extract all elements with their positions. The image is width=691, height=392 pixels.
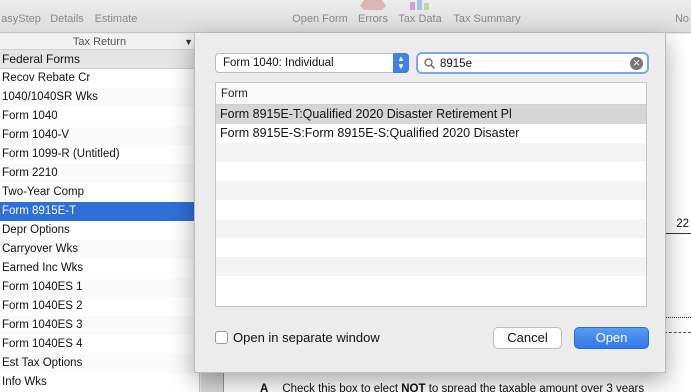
sidebar-item[interactable]: Recov Rebate Cr: [0, 69, 199, 88]
search-icon: [424, 56, 435, 72]
sidebar: Tax Return ▼ Federal Forms Recov Rebate …: [0, 34, 200, 392]
column-header-form[interactable]: Form: [216, 83, 646, 105]
footer-text-pre: Check this box to elect: [282, 383, 402, 392]
sidebar-item[interactable]: Form 1099-R (Untitled): [0, 145, 199, 164]
election-text: A Check this box to elect NOT to spread t…: [260, 383, 644, 392]
notes-icon: [672, 0, 691, 10]
footer-text-post: to spread the taxable amount over 3 year…: [425, 383, 645, 392]
forms-results-table: Form Form 8915E-T:Qualified 2020 Disaste…: [215, 82, 647, 307]
details-icon: [47, 0, 87, 10]
toolbar: asyStep Details Estimate Open Form Error…: [0, 0, 691, 33]
tax-data-button[interactable]: Tax Data: [396, 0, 444, 33]
tax-data-icon: [396, 0, 444, 10]
sidebar-item[interactable]: Form 1040ES 2: [0, 297, 199, 316]
federal-forms-group[interactable]: Federal Forms: [0, 50, 199, 69]
empty-row: [216, 200, 646, 219]
dotted-line: [664, 317, 691, 318]
separate-window-checkbox[interactable]: [215, 331, 228, 344]
separate-window-label: Open in separate window: [233, 330, 380, 345]
notes-button[interactable]: No: [672, 0, 691, 33]
sidebar-item[interactable]: Form 1040-V: [0, 126, 199, 145]
cancel-button[interactable]: Cancel: [493, 327, 562, 349]
sidebar-item[interactable]: Form 2210: [0, 164, 199, 183]
easystep-button[interactable]: asyStep: [0, 0, 42, 33]
dashed-line: [664, 332, 691, 333]
estimate-button[interactable]: Estimate: [92, 0, 140, 33]
tax-return-label: Tax Return: [72, 36, 127, 48]
popup-stepper-icon: ▲ ▼: [393, 53, 409, 73]
errors-button[interactable]: Errors: [355, 0, 391, 33]
empty-row: [216, 143, 646, 162]
search-input[interactable]: [440, 56, 630, 71]
result-row-selected[interactable]: Form 8915E-T:Qualified 2020 Disaster Ret…: [216, 105, 646, 124]
footer-text-bold: NOT: [401, 383, 426, 392]
empty-row: [216, 257, 646, 276]
form-type-value: Form 1040: Individual: [223, 57, 334, 69]
open-form-button[interactable]: Open Form: [289, 0, 351, 33]
tax-summary-icon: [450, 0, 524, 10]
empty-row: [216, 238, 646, 257]
details-button[interactable]: Details: [47, 0, 87, 33]
open-form-dialog: Form 1040: Individual ▲▼ ✕ Form Form 891…: [194, 33, 666, 373]
sidebar-item[interactable]: Carryover Wks: [0, 240, 199, 259]
sidebar-item[interactable]: Form 1040ES 1: [0, 278, 199, 297]
sidebar-item[interactable]: Two-Year Comp: [0, 183, 199, 202]
open-form-icon: [289, 0, 351, 10]
tax-summary-button[interactable]: Tax Summary: [450, 0, 524, 33]
errors-icon: [355, 0, 391, 10]
empty-row: [216, 219, 646, 238]
tax-return-selector[interactable]: Tax Return ▼: [0, 34, 199, 50]
sidebar-item[interactable]: Est Tax Options: [0, 354, 199, 373]
footer-letter: A: [260, 383, 269, 392]
easystep-icon: [0, 0, 42, 10]
sidebar-item-selected[interactable]: Form 8915E-T: [0, 202, 199, 221]
result-row[interactable]: Form 8915E-S:Form 8915E-S:Qualified 2020…: [216, 124, 646, 143]
empty-row: [216, 276, 646, 295]
line-number: 22: [676, 218, 689, 230]
sidebar-item[interactable]: Form 1040: [0, 107, 199, 126]
sidebar-item[interactable]: Form 1040ES 4: [0, 335, 199, 354]
sidebar-item[interactable]: Earned Inc Wks: [0, 259, 199, 278]
chevron-down-icon: ▼: [184, 37, 193, 47]
empty-row: [216, 181, 646, 200]
sidebar-item[interactable]: Form 1040ES 3: [0, 316, 199, 335]
search-field[interactable]: ✕: [416, 52, 649, 74]
estimate-icon: [92, 0, 140, 10]
sidebar-item[interactable]: Depr Options: [0, 221, 199, 240]
clear-search-icon[interactable]: ✕: [630, 57, 643, 70]
forms-list: Recov Rebate Cr 1040/1040SR Wks Form 104…: [0, 69, 199, 392]
form-type-popup[interactable]: Form 1040: Individual ▲ ▼: [215, 53, 409, 73]
sidebar-item[interactable]: 1040/1040SR Wks: [0, 88, 199, 107]
sidebar-item[interactable]: Info Wks: [0, 373, 199, 392]
open-button[interactable]: Open: [574, 327, 649, 349]
empty-row: [216, 162, 646, 181]
